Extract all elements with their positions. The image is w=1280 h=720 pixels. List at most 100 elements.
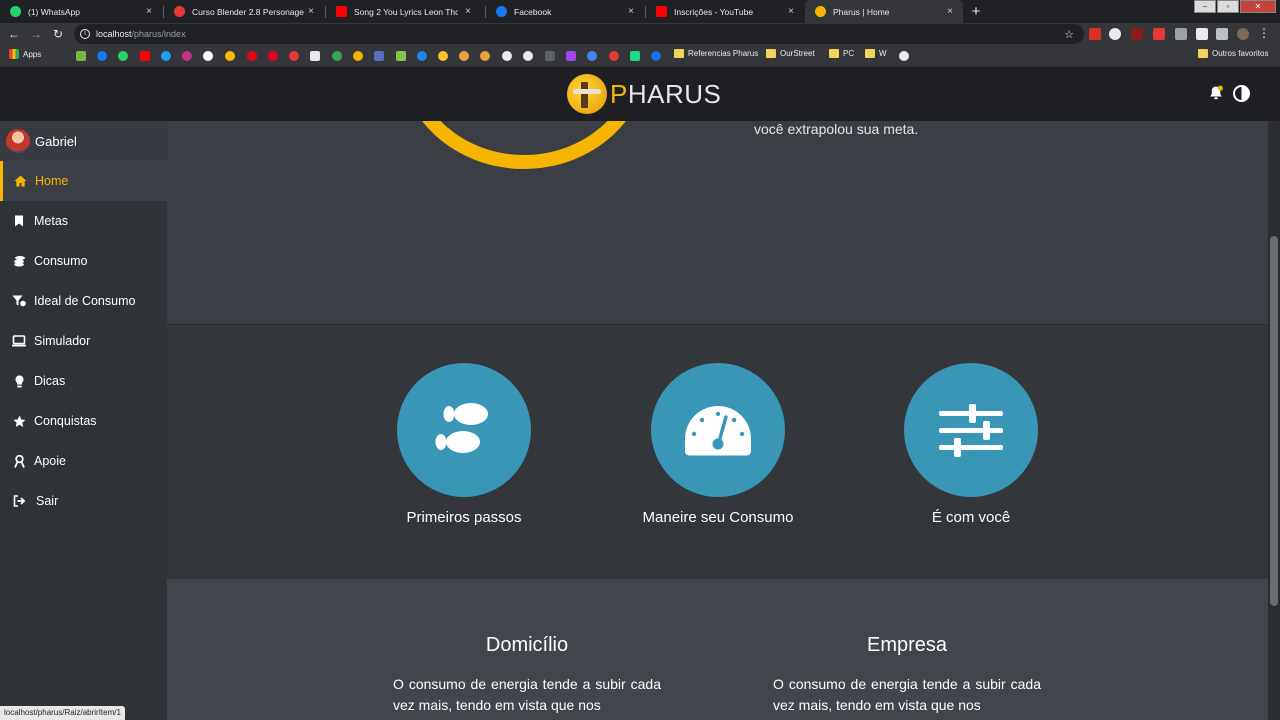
folder-icon — [766, 49, 776, 58]
bookmark-folder-referencias[interactable]: Referencias Pharus — [674, 49, 758, 58]
tab-pharus-home[interactable]: Pharus | Home × — [805, 0, 963, 23]
close-tab-icon[interactable]: × — [304, 6, 318, 17]
bookmark-icon[interactable] — [438, 51, 448, 61]
folder-icon — [829, 49, 839, 58]
address-bar[interactable]: i localhost/pharus/index ☆ — [74, 24, 1084, 44]
bookmark-icon[interactable] — [480, 51, 490, 61]
youtube-extension-icon[interactable] — [1153, 28, 1165, 40]
feature-circle[interactable] — [904, 363, 1038, 497]
browser-menu-icon[interactable]: ⋮ — [1258, 26, 1270, 40]
filter-icon — [12, 294, 26, 308]
sidebar-item-apoie[interactable]: Apoie — [0, 441, 167, 481]
bookmark-icon[interactable] — [396, 51, 406, 61]
bookmark-icon[interactable] — [899, 51, 909, 61]
page-scrollbar[interactable] — [1268, 121, 1280, 720]
sidebar-item-sair[interactable]: Sair — [0, 481, 167, 521]
window-close-icon[interactable]: ✕ — [1240, 0, 1276, 13]
bookmark-icon[interactable] — [459, 51, 469, 61]
tab-song-lyrics[interactable]: Song 2 You Lyrics Leon Thom... × — [326, 0, 484, 23]
close-tab-icon[interactable]: × — [458, 6, 478, 17]
site-info-icon[interactable]: i — [80, 29, 90, 39]
sidebar-item-simulador[interactable]: Simulador — [0, 321, 167, 361]
facebook-bookmark-icon[interactable] — [97, 51, 107, 61]
close-tab-icon[interactable]: × — [624, 6, 638, 17]
sidebar-item-dicas[interactable]: Dicas — [0, 361, 167, 401]
media-control-icon[interactable] — [1216, 28, 1228, 40]
close-tab-icon[interactable]: × — [943, 6, 957, 17]
bookmark-icon[interactable] — [630, 51, 640, 61]
bookmark-icon[interactable] — [353, 51, 363, 61]
feature-circle[interactable] — [651, 363, 785, 497]
bookmark-icon[interactable] — [545, 51, 555, 61]
forward-icon[interactable]: → — [28, 26, 44, 42]
bookmark-folder-ourstreet[interactable]: OurStreet — [766, 49, 815, 58]
translate-extension-icon[interactable] — [1109, 28, 1121, 40]
bookmark-folder-pc[interactable]: PC — [829, 49, 854, 58]
window-controls: – ▫ ✕ — [1194, 0, 1276, 13]
bookmark-icon[interactable] — [609, 51, 619, 61]
github-bookmark-icon[interactable] — [502, 51, 512, 61]
tab-whatsapp[interactable]: (1) WhatsApp × — [0, 0, 162, 23]
youtube-bookmark-icon[interactable] — [140, 51, 150, 61]
profile-avatar-icon[interactable] — [1237, 28, 1249, 40]
feature-primeiros-passos[interactable]: Primeiros passos — [359, 363, 569, 526]
bookmark-apps[interactable]: Apps — [9, 49, 41, 59]
tab-facebook[interactable]: Facebook × — [486, 0, 644, 23]
extension-icon[interactable] — [1175, 28, 1187, 40]
notification-bell-icon[interactable] — [1208, 85, 1224, 101]
bookmark-icon[interactable] — [332, 51, 342, 61]
adblock-extension-icon[interactable] — [1089, 28, 1101, 40]
youtube-icon — [656, 6, 667, 17]
back-icon[interactable]: ← — [6, 26, 22, 42]
feature-circle[interactable] — [397, 363, 531, 497]
feature-maneire-seu-consumo[interactable]: Maneire seu Consumo — [613, 363, 823, 526]
pinterest-bookmark-icon[interactable] — [268, 51, 278, 61]
bookmark-label: W — [879, 49, 887, 58]
bookmarks-bar: Apps Referencias Pharus OurStreet PC W O… — [0, 45, 1280, 67]
user-profile[interactable]: Gabriel — [0, 121, 167, 161]
pharus-logo[interactable]: PHARUS — [567, 74, 721, 114]
netflix-bookmark-icon[interactable] — [247, 51, 257, 61]
sidebar-item-conquistas[interactable]: Conquistas — [0, 401, 167, 441]
bookmark-icon[interactable] — [417, 51, 427, 61]
bookmark-icon[interactable] — [310, 51, 320, 61]
puzzle-icon[interactable] — [1196, 28, 1208, 40]
maximize-icon[interactable]: ▫ — [1217, 0, 1239, 13]
drive-bookmark-icon[interactable] — [225, 51, 235, 61]
sidebar-item-home[interactable]: Home — [0, 161, 167, 201]
bookmark-star-icon[interactable]: ☆ — [1064, 28, 1074, 41]
sidebar-item-metas[interactable]: Metas — [0, 201, 167, 241]
twitter-bookmark-icon[interactable] — [161, 51, 171, 61]
minimize-icon[interactable]: – — [1194, 0, 1216, 13]
figma-bookmark-icon[interactable] — [566, 51, 576, 61]
bookmark-icon[interactable] — [289, 51, 299, 61]
bookmark-icon[interactable] — [651, 51, 661, 61]
browser-toolbar: ← → ↻ i localhost/pharus/index ☆ ⋮ — [0, 23, 1280, 45]
bookmark-other-favorites[interactable]: Outros favoritos — [1198, 49, 1268, 58]
sidebar: Gabriel Home Metas Consumo Ideal de Cons… — [0, 121, 167, 720]
footprints-icon — [435, 403, 488, 453]
bookmark-icon[interactable] — [587, 51, 597, 61]
close-tab-icon[interactable]: × — [142, 6, 156, 17]
scrollbar-thumb[interactable] — [1270, 236, 1278, 606]
sidebar-item-consumo[interactable]: Consumo — [0, 241, 167, 281]
bookmark-icon[interactable] — [76, 51, 86, 61]
bookmark-label: Outros favoritos — [1212, 49, 1269, 58]
whatsapp-bookmark-icon[interactable] — [118, 51, 128, 61]
reload-icon[interactable]: ↻ — [50, 26, 66, 42]
new-tab-button[interactable]: + — [967, 3, 985, 21]
pdf-extension-icon[interactable] — [1131, 28, 1143, 40]
google-bookmark-icon[interactable] — [203, 51, 213, 61]
bookmark-icon — [12, 214, 26, 228]
sidebar-item-ideal-de-consumo[interactable]: Ideal de Consumo — [0, 281, 167, 321]
feature-e-com-voce[interactable]: É com você — [866, 363, 1076, 526]
tab-blender-course[interactable]: Curso Blender 2.8 Personagem 3... × — [164, 0, 324, 23]
bookmark-icon[interactable] — [374, 51, 384, 61]
theme-toggle-icon[interactable] — [1233, 85, 1250, 102]
close-tab-icon[interactable]: × — [784, 6, 798, 17]
instagram-bookmark-icon[interactable] — [182, 51, 192, 61]
bookmark-folder-w[interactable]: W — [865, 49, 887, 58]
bookmark-icon[interactable] — [523, 51, 533, 61]
avatar — [6, 129, 30, 153]
tab-youtube-subscriptions[interactable]: Inscrições - YouTube × — [646, 0, 804, 23]
